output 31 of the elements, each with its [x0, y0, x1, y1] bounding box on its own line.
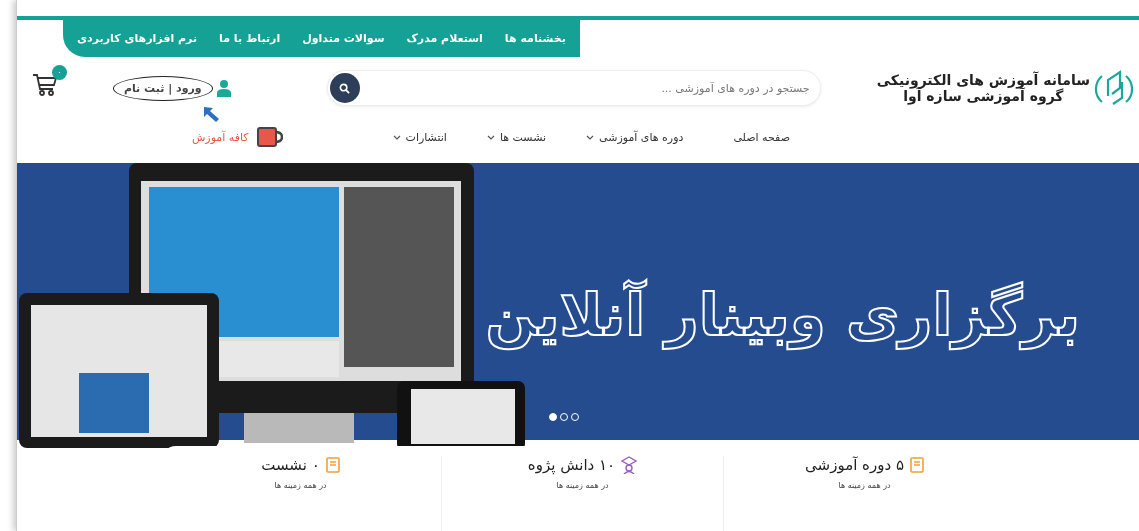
stat-value: ۰ نشست	[261, 456, 320, 474]
book-icon	[909, 457, 924, 473]
top-menu-link[interactable]: نرم افزارهای کاربردی	[77, 32, 197, 45]
stat-caption: در همه زمینه ها	[556, 481, 609, 490]
site-title: سامانه آموزش های الکترونیکی	[876, 72, 1090, 88]
top-menu-link[interactable]: ارتباط با ما	[219, 32, 281, 45]
top-menu-link[interactable]: استعلام مدرک	[406, 32, 483, 45]
stat-value: ۱۰ دانش پژوه	[527, 456, 616, 474]
cart-count-badge: ۰	[51, 65, 67, 80]
user-icon	[216, 79, 231, 97]
top-menu-link[interactable]: سوالات متداول	[302, 32, 385, 45]
chevron-down-icon	[586, 134, 594, 140]
graduate-icon	[621, 456, 638, 474]
site-subtitle: گروه آموزشی سازه آوا	[903, 88, 1065, 104]
search-icon	[339, 82, 351, 94]
nav-menu-item[interactable]: صفحه اصلی	[733, 130, 790, 144]
chevron-down-icon	[392, 134, 401, 140]
carousel-dot[interactable]	[549, 413, 557, 421]
nav-menu-item[interactable]: نشست ها	[486, 130, 546, 144]
nav-menu-item[interactable]: انتشارات	[392, 130, 447, 144]
cart-icon	[31, 73, 58, 97]
book-icon	[325, 457, 340, 473]
mug-icon	[256, 127, 283, 147]
search-field[interactable]: جستجو در دوره های آموزشی ...	[326, 70, 821, 106]
stat-caption: در همه زمینه ها	[274, 481, 327, 490]
nav-menu-item[interactable]: دوره های آموزشی	[586, 130, 684, 144]
stat-caption: در همه زمینه ها	[838, 481, 891, 490]
cafe-link[interactable]: کافه آموزش	[191, 130, 249, 144]
top-menu-link[interactable]: بخشنامه ها	[504, 32, 566, 45]
chevron-down-icon	[486, 134, 495, 140]
stat-value: ۵ دوره آموزشی	[805, 456, 904, 474]
